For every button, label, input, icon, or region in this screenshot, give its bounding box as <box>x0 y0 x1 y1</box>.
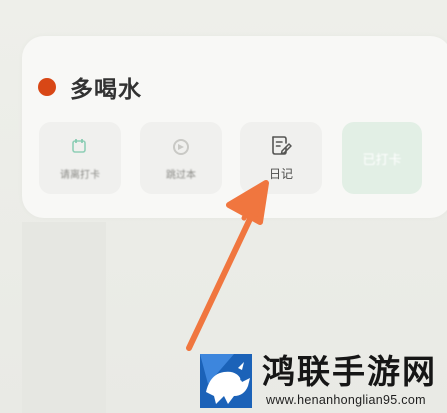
skip-label: 跳过本 <box>166 169 196 181</box>
site-domain: www.henanhonglian95.com <box>266 393 426 407</box>
checked-in-label: 已打卡 <box>362 152 402 168</box>
skip-button[interactable]: 跳过本 <box>140 122 222 194</box>
site-logo <box>200 354 252 408</box>
calendar-check-icon <box>70 136 90 158</box>
diary-label: 日记 <box>268 166 293 181</box>
site-brand-name: 鸿联手游网 <box>262 352 437 391</box>
leave-checkin-label: 请离打卡 <box>60 169 100 181</box>
site-watermark: 鸿联手游网 www.henanhonglian95.com <box>198 352 447 413</box>
habit-header: 多喝水 <box>38 70 142 104</box>
background-panel <box>22 222 106 413</box>
skip-icon <box>170 136 192 158</box>
checked-in-button[interactable]: 已打卡 <box>342 122 422 194</box>
habit-title[interactable]: 多喝水 <box>70 70 142 104</box>
habit-color-dot <box>38 78 56 96</box>
edit-note-icon <box>269 135 293 157</box>
diary-button[interactable]: 日记 <box>240 122 322 194</box>
leave-checkin-button[interactable]: 请离打卡 <box>39 122 121 194</box>
